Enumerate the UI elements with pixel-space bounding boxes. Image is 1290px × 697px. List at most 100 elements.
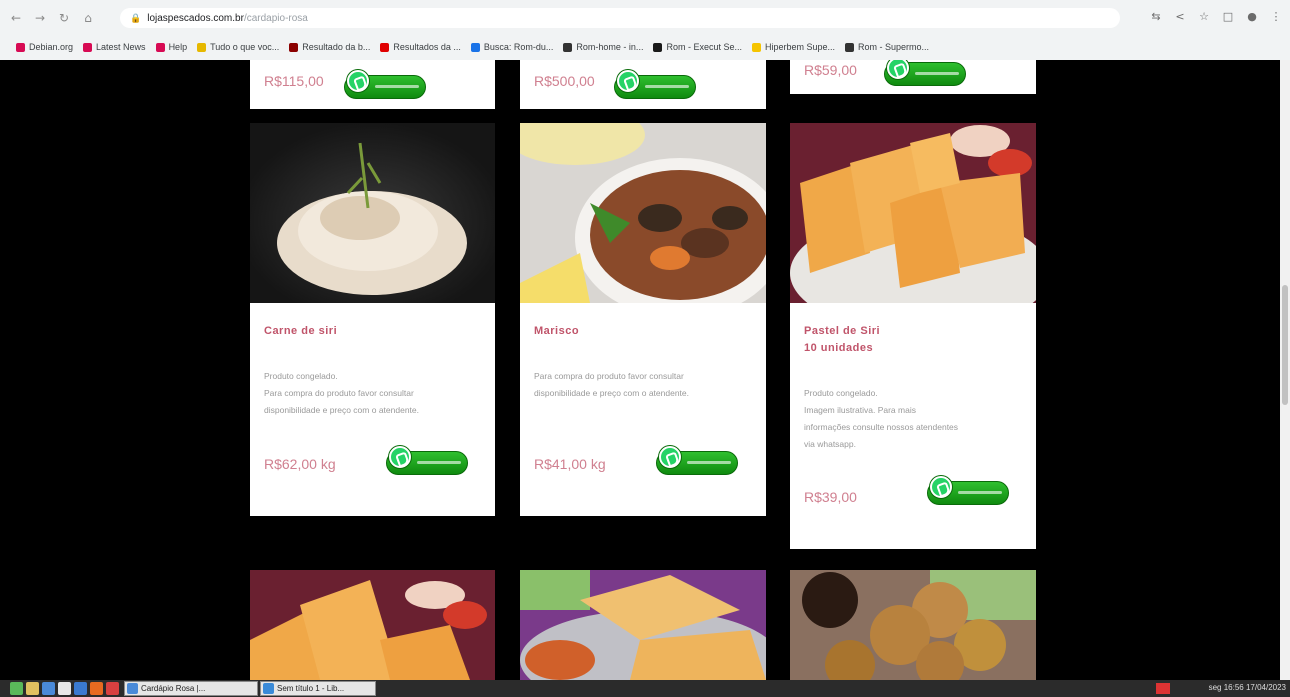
product-card: R$115,00 bbox=[250, 60, 495, 109]
bookmark-label: Rom - Supermo... bbox=[858, 42, 930, 52]
terminal-icon[interactable] bbox=[42, 682, 55, 695]
volume-icon[interactable] bbox=[1156, 683, 1170, 694]
scrollbar-thumb[interactable] bbox=[1282, 285, 1288, 405]
bookmark-item[interactable]: Help bbox=[155, 42, 188, 52]
product-price: R$500,00 bbox=[534, 73, 595, 89]
product-price: R$62,00 kg bbox=[264, 456, 336, 472]
chrome-icon bbox=[127, 683, 138, 694]
product-description: Produto congelado. Para compra do produto… bbox=[264, 371, 419, 415]
bookmark-label: Debian.org bbox=[29, 42, 74, 52]
pastel-image bbox=[520, 570, 766, 680]
product-title: Marisco bbox=[534, 325, 580, 337]
tab-search-icon[interactable]: □ bbox=[1222, 10, 1234, 24]
bookmark-label: Hiperbem Supe... bbox=[764, 42, 836, 52]
bookmark-label: Rom - Execut Se... bbox=[666, 42, 742, 52]
bookmark-item[interactable]: Resultados da ... bbox=[380, 42, 461, 52]
croquette-image bbox=[790, 570, 1036, 680]
lock-icon: 🔒 bbox=[130, 12, 142, 23]
page-scrollbar[interactable] bbox=[1280, 60, 1290, 680]
firefox-icon[interactable] bbox=[90, 682, 103, 695]
product-card: Marisco Para compra do produto favor con… bbox=[520, 123, 766, 516]
crab-meat-image bbox=[250, 123, 495, 303]
whatsapp-button[interactable] bbox=[656, 446, 738, 475]
bookmark-favicon-icon bbox=[380, 42, 390, 52]
bookmark-item[interactable]: Latest News bbox=[83, 42, 146, 52]
bookmark-item[interactable]: Rom-home - in... bbox=[563, 42, 643, 52]
product-title: Carne de siri bbox=[264, 325, 338, 337]
bookmark-favicon-icon bbox=[653, 42, 663, 52]
bookmark-label: Rom-home - in... bbox=[576, 42, 644, 52]
product-card: Pastel de Siri 10 unidades Produto congel… bbox=[790, 123, 1036, 549]
product-price: R$59,00 bbox=[804, 62, 857, 78]
whatsapp-icon bbox=[617, 70, 639, 92]
product-title: Pastel de Siri 10 unidades bbox=[804, 325, 881, 354]
bookmark-item[interactable]: Tudo o que voc... bbox=[197, 42, 279, 52]
product-price: R$39,00 bbox=[804, 489, 857, 505]
bookmark-item[interactable]: Hiperbem Supe... bbox=[751, 42, 836, 52]
product-price: R$41,00 kg bbox=[534, 456, 606, 472]
reload-icon[interactable]: ↻ bbox=[56, 10, 72, 26]
bookmark-item[interactable]: Debian.org bbox=[16, 42, 73, 52]
browser-toolbar: ← → ↻ ⌂ 🔒 lojaspescados.com.br /cardapio… bbox=[0, 0, 1290, 36]
profile-icon[interactable]: ● bbox=[1246, 10, 1258, 24]
page-content: R$115,00 R$500,00 R$59,00 Carne de siri … bbox=[0, 60, 1280, 680]
whatsapp-button[interactable] bbox=[927, 476, 1009, 505]
whatsapp-button[interactable] bbox=[344, 70, 426, 99]
bookmark-favicon-icon bbox=[197, 42, 207, 52]
url-path: /cardapio-rosa bbox=[243, 12, 308, 24]
address-bar[interactable]: 🔒 lojaspescados.com.br /cardapio-rosa bbox=[120, 8, 1120, 28]
bookmark-item[interactable]: Resultado da b... bbox=[289, 42, 370, 52]
pastel-image bbox=[250, 570, 495, 680]
files-icon[interactable] bbox=[26, 682, 39, 695]
bookmark-favicon-icon bbox=[845, 42, 855, 52]
bookmark-label: Tudo o que voc... bbox=[210, 42, 280, 52]
bookmark-label: Busca: Rom-du... bbox=[483, 42, 554, 52]
whatsapp-icon bbox=[659, 446, 681, 468]
whatsapp-icon bbox=[887, 60, 909, 79]
whatsapp-button[interactable] bbox=[614, 70, 696, 99]
bookmark-favicon-icon bbox=[751, 42, 761, 52]
bookmark-favicon-icon bbox=[563, 42, 573, 52]
taskbar-window-writer[interactable]: Sem título 1 - Lib... bbox=[260, 681, 376, 696]
product-card: R$59,00 bbox=[790, 60, 1036, 94]
bookmark-favicon-icon bbox=[16, 42, 25, 52]
product-description: Produto congelado. Imagem ilustrativa. Pa… bbox=[804, 388, 959, 449]
document-icon[interactable] bbox=[58, 682, 71, 695]
bookmark-label: Resultado da b... bbox=[302, 42, 371, 52]
product-card: R$500,00 bbox=[520, 60, 766, 109]
whatsapp-icon bbox=[389, 446, 411, 468]
bookmark-item[interactable]: Rom - Execut Se... bbox=[653, 42, 742, 52]
menu-icon[interactable]: ⋮ bbox=[1270, 10, 1282, 24]
app-icon[interactable] bbox=[106, 682, 119, 695]
bookmark-star-icon[interactable]: ☆ bbox=[1198, 10, 1210, 24]
forward-icon[interactable]: → bbox=[32, 10, 48, 26]
mussels-image bbox=[520, 123, 766, 303]
writer-icon bbox=[263, 683, 274, 694]
translate-icon[interactable]: ⇆ bbox=[1150, 10, 1162, 24]
browser-chrome: ← → ↻ ⌂ 🔒 lojaspescados.com.br /cardapio… bbox=[0, 0, 1290, 60]
clock[interactable]: seg 16:56 17/04/2023 bbox=[1209, 683, 1286, 692]
whatsapp-icon bbox=[347, 70, 369, 92]
product-card: Carne de siri Produto congelado. Para com… bbox=[250, 123, 495, 516]
bookmark-label: Help bbox=[168, 42, 188, 52]
back-icon[interactable]: ← bbox=[8, 10, 24, 26]
whatsapp-button[interactable] bbox=[386, 446, 468, 475]
bookmark-label: Resultados da ... bbox=[393, 42, 461, 52]
taskbar-window-browser[interactable]: Cardápio Rosa |... bbox=[124, 681, 258, 696]
taskbar: Cardápio Rosa |... Sem título 1 - Lib...… bbox=[0, 680, 1290, 697]
product-description: Para compra do produto favor consultar di… bbox=[534, 371, 689, 398]
bookmarks-bar: Debian.org Latest News Help Tudo o que voc.… bbox=[0, 36, 1290, 58]
browser-launcher-icon[interactable] bbox=[74, 682, 87, 695]
url-host: lojaspescados.com.br bbox=[147, 12, 244, 24]
share-icon[interactable]: < bbox=[1174, 10, 1186, 24]
whatsapp-button[interactable] bbox=[884, 60, 966, 86]
start-menu-icon[interactable] bbox=[10, 682, 23, 695]
bookmark-label: Latest News bbox=[96, 42, 146, 52]
bookmark-favicon-icon bbox=[470, 42, 480, 52]
bookmark-favicon-icon bbox=[289, 42, 299, 52]
home-icon[interactable]: ⌂ bbox=[80, 10, 96, 26]
bookmark-item[interactable]: Busca: Rom-du... bbox=[470, 42, 554, 52]
whatsapp-icon bbox=[930, 476, 952, 498]
pastel-image bbox=[790, 123, 1036, 303]
bookmark-item[interactable]: Rom - Supermo... bbox=[845, 42, 929, 52]
